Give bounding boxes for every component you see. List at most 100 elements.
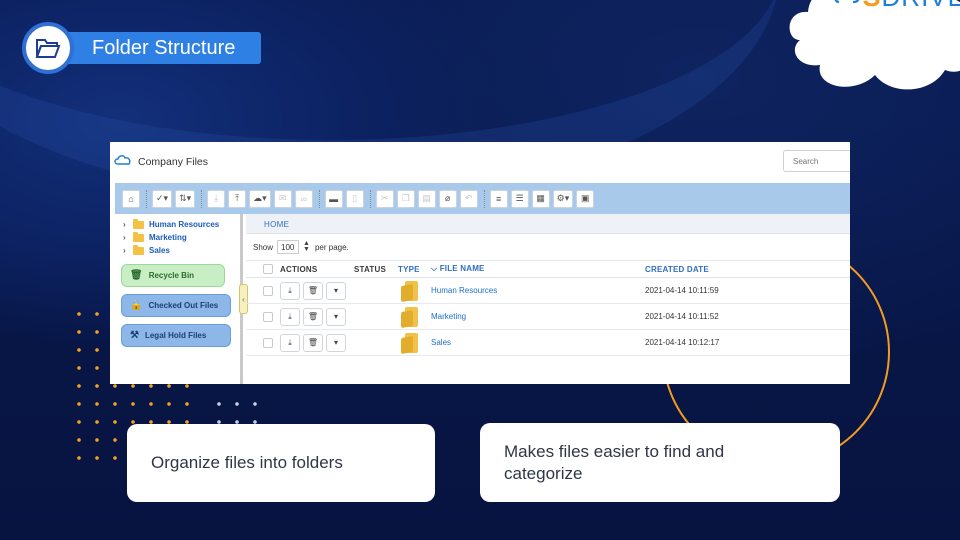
status-cell: [354, 329, 398, 356]
sdrive-logo: S DRIVE: [833, 0, 960, 13]
info-icon[interactable]: ▣: [576, 189, 595, 208]
logo-cloud: S DRIVE: [780, 0, 960, 100]
table-row[interactable]: ⤓ 🗑 ▾ Sales 2021-04-14 10:12:17: [246, 329, 850, 356]
tree-item-label: Human Resources: [149, 220, 220, 229]
chevron-right-icon[interactable]: ›: [123, 220, 133, 229]
created-date-cell: 2021-04-14 10:11:59: [645, 277, 850, 304]
copy-icon[interactable]: ❐: [396, 189, 415, 208]
select-all-checkbox[interactable]: [263, 264, 273, 274]
table-row[interactable]: ⤓ 🗑 ▾ Marketing 2021-04-14 10:11:52: [246, 303, 850, 330]
file-list-panel: HOME Show 100 ▲ ▼ per page. ACTIONS STATU…: [246, 214, 850, 384]
tree-item-label: Marketing: [149, 233, 187, 242]
download-icon[interactable]: ⤓: [280, 307, 300, 326]
delete-icon[interactable]: 🗑: [303, 307, 323, 326]
slide-title: Folder Structure: [66, 32, 262, 64]
status-cell: [354, 303, 398, 330]
actions-header: ACTIONS: [280, 260, 354, 278]
file-table: ACTIONS STATUS TYPE ⌵ FILE NAME CREATED …: [246, 260, 850, 356]
app-title: Company Files: [138, 156, 209, 168]
feature-card-find: Makes files easier to find and categoriz…: [480, 423, 840, 502]
tree-item-human-resources[interactable]: › Human Resources: [115, 218, 240, 231]
link-icon[interactable]: ∞: [294, 189, 313, 208]
status-cell: [354, 277, 398, 304]
search-input[interactable]: [783, 150, 850, 172]
toolbar-separator: [201, 189, 205, 208]
logo-s: S: [863, 0, 882, 13]
toolbar-separator: [318, 189, 323, 208]
tree-item-sales[interactable]: › Sales: [115, 244, 240, 257]
settings-dropdown-icon[interactable]: ⚙▾: [552, 189, 574, 208]
slide-header: Folder Structure: [22, 22, 262, 74]
cut-icon[interactable]: ✂: [375, 189, 394, 208]
dropdown-icon[interactable]: ▾: [326, 281, 346, 300]
feature-card-text: Organize files into folders: [151, 453, 343, 472]
file-name-link[interactable]: Sales: [431, 329, 645, 356]
grid-view-icon[interactable]: ▦: [531, 189, 550, 208]
dropdown-icon[interactable]: ▾: [326, 333, 346, 352]
file-name-link[interactable]: Human Resources: [431, 277, 645, 304]
feature-card-text: Makes files easier to find and categoriz…: [504, 441, 725, 483]
file-name-header-label: FILE NAME: [439, 264, 485, 273]
checked-out-label: Checked Out Files: [148, 301, 219, 310]
page-size-select[interactable]: 100: [277, 240, 300, 254]
upload-icon[interactable]: ⤒: [228, 189, 247, 208]
delete-icon[interactable]: 🗑: [303, 281, 323, 300]
trash-icon: 🗑: [130, 270, 143, 281]
chevron-right-icon[interactable]: ›: [123, 233, 133, 242]
status-header[interactable]: STATUS: [354, 260, 398, 278]
delete-icon[interactable]: ▯: [345, 189, 364, 208]
file-name-header[interactable]: ⌵ FILE NAME: [431, 260, 645, 278]
sort-dropdown-icon[interactable]: ⇅▾: [175, 189, 196, 208]
created-date-cell: 2021-04-14 10:11:52: [645, 303, 850, 330]
company-files-app: Company Files ⌂ ✓▾ ⇅▾ ⤓ ⤒ ☁▾ ✉ ∞ ▬ ▯ ✂ ❐…: [110, 142, 850, 384]
download-icon[interactable]: ⤓: [207, 189, 226, 208]
recycle-bin-label: Recycle Bin: [148, 271, 195, 280]
cloud-icon: [114, 153, 132, 171]
legal-hold-label: Legal Hold Files: [144, 331, 207, 340]
table-row[interactable]: ⤓ 🗑 ▾ Human Resources 2021-04-14 10:11:5…: [246, 277, 850, 304]
dropdown-icon[interactable]: ▾: [326, 307, 346, 326]
folder-icon: [401, 280, 418, 301]
logo-cloud-icon: [833, 0, 863, 13]
stepper-icon[interactable]: ▲ ▼: [303, 240, 310, 253]
download-icon[interactable]: ⤓: [280, 333, 300, 352]
chevron-right-icon[interactable]: ›: [123, 246, 133, 255]
row-checkbox[interactable]: [263, 311, 273, 322]
table-header-row: ACTIONS STATUS TYPE ⌵ FILE NAME CREATED …: [246, 260, 850, 278]
download-icon[interactable]: ⤓: [280, 281, 300, 300]
app-header: Company Files: [110, 142, 850, 182]
detail-view-icon[interactable]: ☰: [510, 189, 529, 208]
page-size-control: Show 100 ▲ ▼ per page.: [246, 234, 850, 260]
folder-open-icon: [22, 22, 74, 74]
folder-icon: [401, 306, 418, 327]
per-page-label: per page.: [314, 242, 349, 252]
select-all-header[interactable]: [246, 260, 280, 278]
recycle-bin-button[interactable]: 🗑 Recycle Bin: [121, 264, 225, 287]
logo-text: DRIVE: [882, 0, 960, 13]
legal-hold-files-button[interactable]: ⚒ Legal Hold Files: [121, 324, 231, 347]
list-view-icon[interactable]: ≡: [489, 189, 508, 208]
undo-icon[interactable]: ↶: [459, 189, 478, 208]
checked-out-files-button[interactable]: 🔒 Checked Out Files: [121, 294, 231, 317]
email-icon[interactable]: ✉: [273, 189, 292, 208]
type-header[interactable]: TYPE: [398, 260, 431, 278]
cloud-dropdown-icon[interactable]: ☁▾: [249, 189, 271, 208]
tree-item-marketing[interactable]: › Marketing: [115, 231, 240, 244]
home-icon[interactable]: ⌂: [122, 189, 140, 208]
lock-icon: 🔒: [130, 300, 143, 311]
file-name-link[interactable]: Marketing: [431, 303, 645, 330]
attach-icon[interactable]: ⌀: [438, 189, 457, 208]
folder-icon: [133, 244, 144, 255]
folder-icon[interactable]: ▬: [324, 189, 343, 208]
toolbar: ⌂ ✓▾ ⇅▾ ⤓ ⤒ ☁▾ ✉ ∞ ▬ ▯ ✂ ❐ ▤ ⌀ ↶ ≡ ☰ ▦ ⚙…: [115, 183, 850, 214]
folder-icon: [133, 218, 144, 229]
delete-icon[interactable]: 🗑: [303, 333, 323, 352]
check-dropdown-icon[interactable]: ✓▾: [152, 189, 173, 208]
feature-card-organize: Organize files into folders: [127, 424, 435, 502]
row-checkbox[interactable]: [263, 337, 273, 348]
breadcrumb[interactable]: HOME: [246, 214, 850, 234]
tree-item-label: Sales: [149, 246, 170, 255]
created-date-header[interactable]: CREATED DATE: [645, 260, 850, 278]
row-checkbox[interactable]: [263, 285, 273, 296]
paste-icon[interactable]: ▤: [417, 189, 436, 208]
